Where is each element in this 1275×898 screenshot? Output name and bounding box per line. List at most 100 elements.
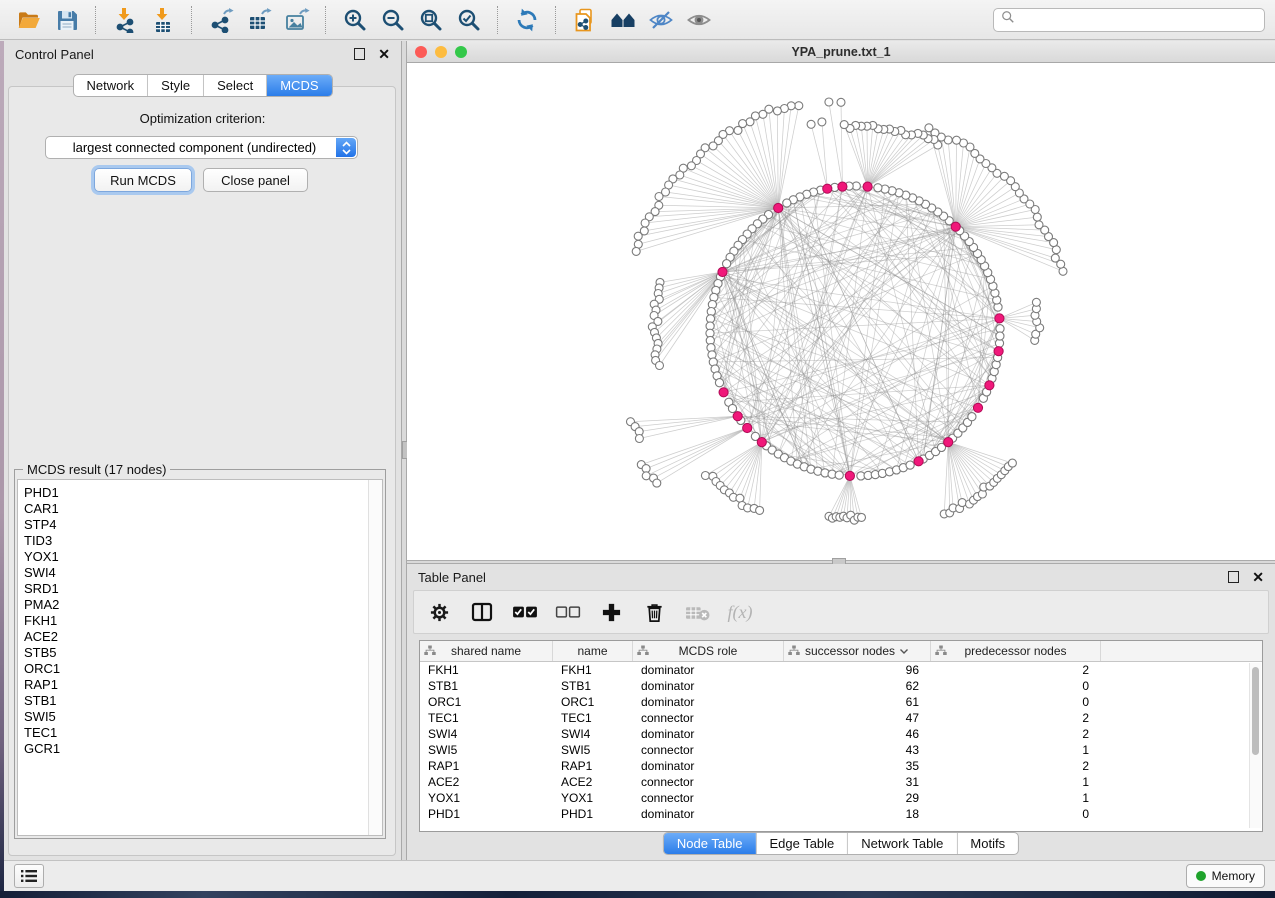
table-cell[interactable]: 31 <box>784 775 931 789</box>
mcds-result-item[interactable]: ORC1 <box>24 661 382 677</box>
table-cell[interactable]: SWI5 <box>420 743 553 757</box>
table-row[interactable]: PHD1PHD1dominator180 <box>420 806 1262 822</box>
table-cell[interactable]: 47 <box>784 711 931 725</box>
table-cell[interactable]: 2 <box>931 759 1101 773</box>
binoculars-button[interactable] <box>606 4 640 36</box>
table-row[interactable]: ACE2ACE2connector311 <box>420 774 1262 790</box>
table-cell[interactable]: 2 <box>931 663 1101 677</box>
table-tab-node-table[interactable]: Node Table <box>664 833 756 854</box>
mcds-result-item[interactable]: YOX1 <box>24 549 382 565</box>
zoom-in-button[interactable] <box>338 4 372 36</box>
search-box[interactable] <box>993 8 1265 32</box>
select-all-button[interactable] <box>510 597 540 627</box>
mcds-result-item[interactable]: TEC1 <box>24 725 382 741</box>
table-scrollbar[interactable] <box>1249 663 1261 828</box>
table-cell[interactable]: 1 <box>931 775 1101 789</box>
table-cell[interactable]: FKH1 <box>420 663 553 677</box>
table-cell[interactable]: ORC1 <box>553 695 633 709</box>
table-cell[interactable]: connector <box>633 743 784 757</box>
table-cell[interactable]: ACE2 <box>420 775 553 789</box>
table-cell[interactable]: SWI4 <box>420 727 553 741</box>
mcds-result-item[interactable]: FKH1 <box>24 613 382 629</box>
mcds-result-item[interactable]: STP4 <box>24 517 382 533</box>
table-cell[interactable]: dominator <box>633 727 784 741</box>
table-cell[interactable]: PHD1 <box>553 807 633 821</box>
table-cell[interactable]: PHD1 <box>420 807 553 821</box>
table-cell[interactable]: STB1 <box>420 679 553 693</box>
table-row[interactable]: SWI4SWI4dominator462 <box>420 726 1262 742</box>
table-cell[interactable]: 1 <box>931 743 1101 757</box>
network-canvas[interactable] <box>407 63 1275 560</box>
mcds-result-item[interactable]: RAP1 <box>24 677 382 693</box>
refresh-button[interactable] <box>510 4 544 36</box>
table-tab-motifs[interactable]: Motifs <box>956 833 1018 854</box>
zoom-selected-button[interactable] <box>452 4 486 36</box>
mcds-result-item[interactable]: PMA2 <box>24 597 382 613</box>
mcds-result-item[interactable]: ACE2 <box>24 629 382 645</box>
mcds-result-item[interactable]: SRD1 <box>24 581 382 597</box>
table-cell[interactable]: connector <box>633 791 784 805</box>
zoom-out-button[interactable] <box>376 4 410 36</box>
column-header-mcds-role[interactable]: MCDS role <box>633 641 784 661</box>
gear-button[interactable] <box>424 597 454 627</box>
table-cell[interactable]: 0 <box>931 679 1101 693</box>
table-cell[interactable]: connector <box>633 711 784 725</box>
mcds-result-item[interactable]: PHD1 <box>24 485 382 501</box>
tab-select[interactable]: Select <box>203 75 266 96</box>
table-cell[interactable]: ORC1 <box>420 695 553 709</box>
mcds-result-item[interactable]: GCR1 <box>24 741 382 757</box>
mcds-result-item[interactable]: STB5 <box>24 645 382 661</box>
table-cell[interactable]: dominator <box>633 679 784 693</box>
show-graphics-details-button[interactable] <box>682 4 716 36</box>
table-cell[interactable]: dominator <box>633 695 784 709</box>
table-cell[interactable]: 0 <box>931 807 1101 821</box>
table-cell[interactable]: connector <box>633 775 784 789</box>
table-cell[interactable]: 62 <box>784 679 931 693</box>
table-cell[interactable]: 43 <box>784 743 931 757</box>
table-float-panel-icon[interactable] <box>1228 571 1239 583</box>
table-cell[interactable]: 1 <box>931 791 1101 805</box>
table-cell[interactable]: dominator <box>633 759 784 773</box>
table-cell[interactable]: 46 <box>784 727 931 741</box>
mcds-result-item[interactable]: STB1 <box>24 693 382 709</box>
mcds-result-item[interactable]: SWI4 <box>24 565 382 581</box>
save-button[interactable] <box>50 4 84 36</box>
table-cell[interactable]: TEC1 <box>420 711 553 725</box>
table-cell[interactable]: RAP1 <box>553 759 633 773</box>
table-row[interactable]: STB1STB1dominator620 <box>420 678 1262 694</box>
clone-network-button[interactable] <box>568 4 602 36</box>
mcds-result-item[interactable]: CAR1 <box>24 501 382 517</box>
zoom-fit-button[interactable] <box>414 4 448 36</box>
column-header-name[interactable]: name <box>553 641 633 661</box>
table-row[interactable]: SWI5SWI5connector431 <box>420 742 1262 758</box>
table-row[interactable]: FKH1FKH1dominator962 <box>420 662 1262 678</box>
optimization-criterion-dropdown[interactable]: largest connected component (undirected) <box>45 136 358 159</box>
table-cell[interactable]: SWI4 <box>553 727 633 741</box>
close-panel-icon[interactable]: ✕ <box>378 47 390 61</box>
delete-button[interactable] <box>639 597 669 627</box>
export-table-button[interactable] <box>242 4 276 36</box>
table-row[interactable]: TEC1TEC1connector472 <box>420 710 1262 726</box>
table-cell[interactable]: 29 <box>784 791 931 805</box>
mcds-result-item[interactable]: TID3 <box>24 533 382 549</box>
table-cell[interactable]: 35 <box>784 759 931 773</box>
table-cell[interactable]: STB1 <box>553 679 633 693</box>
float-panel-icon[interactable] <box>354 48 365 60</box>
table-tab-network-table[interactable]: Network Table <box>847 833 956 854</box>
deselect-all-button[interactable] <box>553 597 583 627</box>
table-cell[interactable]: ACE2 <box>553 775 633 789</box>
table-scrollbar-thumb[interactable] <box>1252 667 1259 755</box>
table-cell[interactable]: YOX1 <box>553 791 633 805</box>
tab-mcds[interactable]: MCDS <box>266 75 331 96</box>
import-table-button[interactable] <box>146 4 180 36</box>
columns-button[interactable] <box>467 597 497 627</box>
column-header-shared-name[interactable]: shared name <box>420 641 553 661</box>
table-cell[interactable]: YOX1 <box>420 791 553 805</box>
table-cell[interactable]: 96 <box>784 663 931 677</box>
mcds-result-item[interactable]: SWI5 <box>24 709 382 725</box>
export-image-button[interactable] <box>280 4 314 36</box>
network-graph[interactable] <box>407 63 1275 560</box>
table-row[interactable]: RAP1RAP1dominator352 <box>420 758 1262 774</box>
table-cell[interactable]: 2 <box>931 727 1101 741</box>
table-row[interactable]: YOX1YOX1connector291 <box>420 790 1262 806</box>
